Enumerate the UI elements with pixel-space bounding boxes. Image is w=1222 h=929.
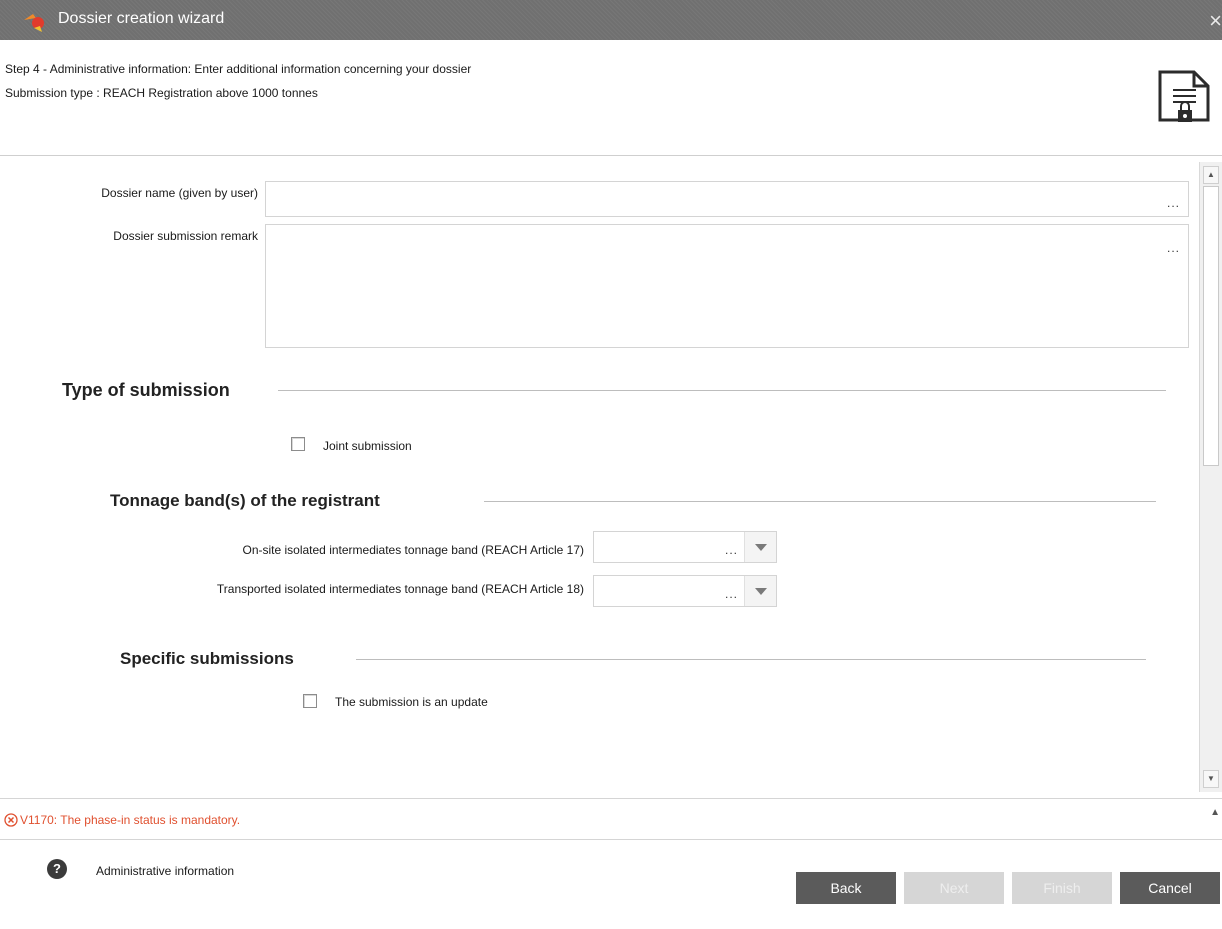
transported-tonnage-label: Transported isolated intermediates tonna… xyxy=(216,582,584,596)
chevron-up-icon[interactable]: ▲ xyxy=(1210,807,1220,818)
title-bar: Dossier creation wizard × xyxy=(0,0,1222,40)
close-icon[interactable]: × xyxy=(1209,8,1222,34)
dossier-name-more-button[interactable]: ... xyxy=(1167,196,1180,210)
scroll-down-icon[interactable]: ▼ xyxy=(1203,770,1219,788)
joint-submission-checkbox[interactable] xyxy=(291,437,305,451)
divider xyxy=(484,501,1156,502)
back-button[interactable]: Back xyxy=(796,872,896,904)
window-title: Dossier creation wizard xyxy=(58,10,225,27)
dossier-name-label: Dossier name (given by user) xyxy=(101,186,258,200)
onsite-tonnage-label: On-site isolated intermediates tonnage b… xyxy=(242,543,584,557)
submission-remark-more-button[interactable]: ... xyxy=(1167,241,1180,255)
update-checkbox[interactable] xyxy=(303,694,317,708)
divider xyxy=(278,390,1166,391)
transported-tonnage-more-button[interactable]: ... xyxy=(725,587,738,601)
submission-type-text: Submission type : REACH Registration abo… xyxy=(5,86,318,100)
specific-submissions-heading: Specific submissions xyxy=(120,649,294,668)
onsite-tonnage-dropdown[interactable]: ... xyxy=(593,531,777,563)
scroll-thumb[interactable] xyxy=(1203,186,1219,466)
help-icon[interactable]: ? xyxy=(47,859,67,879)
scroll-up-icon[interactable]: ▲ xyxy=(1203,166,1219,184)
chevron-down-icon[interactable] xyxy=(744,532,776,562)
document-lock-icon xyxy=(1158,70,1210,122)
error-circle-icon xyxy=(4,813,18,827)
divider xyxy=(356,659,1146,660)
app-logo-icon xyxy=(24,14,44,32)
finish-button[interactable]: Finish xyxy=(1012,872,1112,904)
cancel-button[interactable]: Cancel xyxy=(1120,872,1220,904)
wizard-footer: ? Administrative information Back Next F… xyxy=(0,840,1222,929)
step-description: Step 4 - Administrative information: Ent… xyxy=(5,62,472,76)
transported-tonnage-dropdown[interactable]: ... xyxy=(593,575,777,607)
type-of-submission-heading: Type of submission xyxy=(62,380,230,400)
wizard-header: Step 4 - Administrative information: Ent… xyxy=(0,40,1222,156)
joint-submission-label: Joint submission xyxy=(323,439,412,453)
validation-message[interactable]: V1170: The phase-in status is mandatory. xyxy=(20,813,240,827)
update-label: The submission is an update xyxy=(335,695,488,709)
validation-message-bar: V1170: The phase-in status is mandatory.… xyxy=(0,798,1222,840)
vertical-scrollbar[interactable]: ▲ ▼ xyxy=(1199,162,1222,792)
submission-remark-field[interactable]: ... xyxy=(265,224,1189,348)
dossier-name-field[interactable]: ... xyxy=(265,181,1189,217)
next-button[interactable]: Next xyxy=(904,872,1004,904)
tonnage-band-heading: Tonnage band(s) of the registrant xyxy=(110,491,380,510)
onsite-tonnage-more-button[interactable]: ... xyxy=(725,543,738,557)
submission-remark-label: Dossier submission remark xyxy=(113,229,258,243)
current-page-label: Administrative information xyxy=(96,864,235,878)
chevron-down-icon[interactable] xyxy=(744,576,776,606)
